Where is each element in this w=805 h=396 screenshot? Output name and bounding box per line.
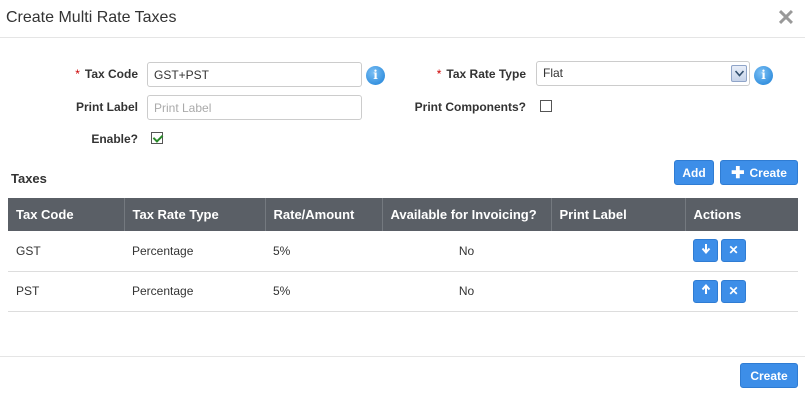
enable-checkbox[interactable]	[151, 132, 163, 144]
tax-rate-type-select[interactable]: Flat	[536, 61, 750, 86]
cell-actions: ✕	[685, 271, 798, 312]
column-header: Tax Code	[8, 198, 125, 231]
move-down-button[interactable]	[693, 239, 718, 263]
close-icon: ✕	[728, 283, 739, 298]
tax-rate-type-value: Flat	[543, 66, 564, 80]
remove-button[interactable]: ✕	[721, 279, 746, 303]
taxes-table: Tax Code Tax Rate Type Rate/Amount Avail…	[8, 198, 798, 312]
tax-rate-type-info-icon[interactable]: i	[754, 66, 773, 85]
enable-label: Enable?	[91, 132, 138, 146]
cell-tax-rate-type: Percentage	[124, 231, 265, 272]
taxes-section-title: Taxes	[11, 171, 47, 186]
print-components-checkbox[interactable]	[540, 100, 552, 112]
create-button[interactable]: Create	[740, 363, 798, 388]
table-row: GST Percentage 5% No ✕	[8, 231, 798, 272]
print-components-label: Print Components?	[414, 100, 526, 114]
cell-available: No	[382, 231, 551, 272]
footer-divider	[0, 356, 805, 357]
plus-icon: ✚	[731, 165, 745, 182]
add-button[interactable]: Add	[674, 160, 714, 185]
close-icon: ✕	[728, 243, 739, 258]
print-label-label: Print Label	[75, 100, 138, 114]
cell-tax-code: GST	[8, 231, 124, 272]
column-header: Print Label	[551, 198, 686, 231]
arrow-down-icon	[701, 244, 710, 255]
cell-print-label	[551, 231, 685, 272]
dialog-header: Create Multi Rate Taxes ✕	[0, 0, 805, 38]
table-row: PST Percentage 5% No ✕	[8, 271, 798, 312]
tax-code-label: * Tax Code	[75, 67, 138, 81]
cell-rate: 5%	[265, 271, 382, 312]
column-header: Tax Rate Type	[124, 198, 266, 231]
cell-available: No	[382, 271, 551, 312]
cell-actions: ✕	[685, 231, 798, 272]
tax-rate-type-label: * Tax Rate Type	[436, 67, 526, 81]
column-header: Available for Invoicing?	[382, 198, 552, 231]
arrow-up-icon	[701, 283, 710, 294]
tax-code-info-icon[interactable]: i	[366, 66, 385, 85]
column-header: Rate/Amount	[265, 198, 383, 231]
close-icon[interactable]: ✕	[776, 7, 796, 29]
print-label-input[interactable]	[147, 95, 362, 120]
dialog-title: Create Multi Rate Taxes	[6, 9, 177, 26]
move-up-button[interactable]	[693, 279, 718, 303]
tax-code-input[interactable]	[147, 62, 362, 87]
cell-rate: 5%	[265, 231, 382, 272]
create-tax-button[interactable]: ✚ Create	[720, 160, 798, 185]
cell-tax-code: PST	[8, 271, 124, 312]
table-header-row: Tax Code Tax Rate Type Rate/Amount Avail…	[8, 198, 798, 231]
remove-button[interactable]: ✕	[721, 239, 746, 263]
chevron-down-icon[interactable]	[731, 65, 747, 82]
column-header: Actions	[685, 198, 798, 231]
cell-tax-rate-type: Percentage	[124, 271, 265, 312]
cell-print-label	[551, 271, 685, 312]
